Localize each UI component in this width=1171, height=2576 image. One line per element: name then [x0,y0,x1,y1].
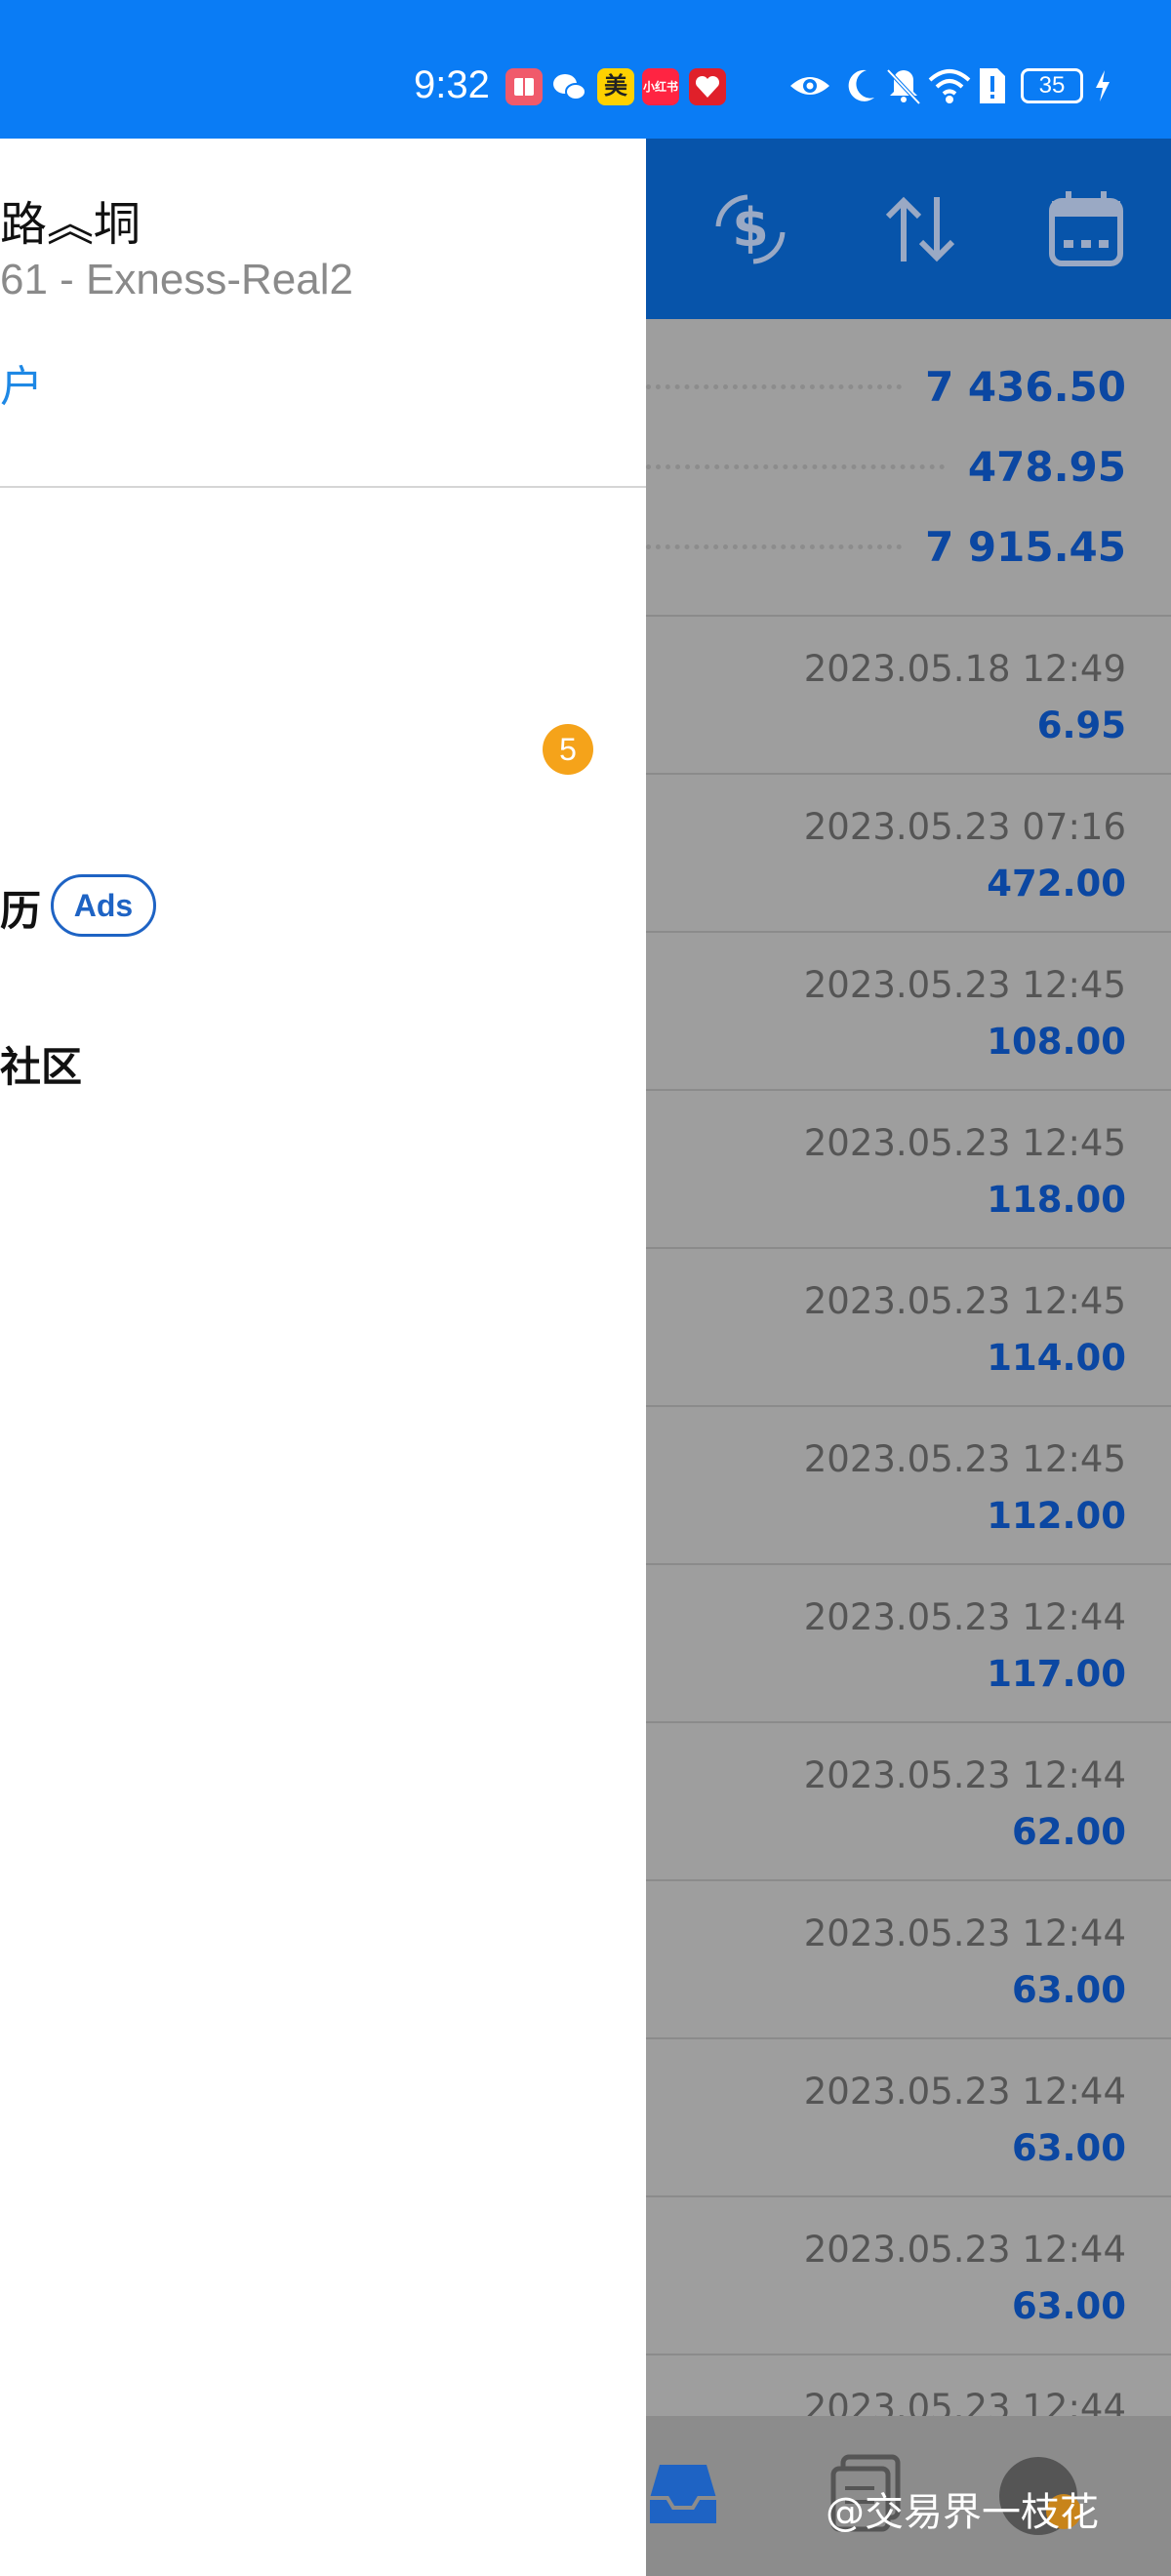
status-bar: 9:32 美 小红书 35 [0,0,1171,139]
summary-value: 7 436.50 [925,362,1126,411]
deal-time: 2023.05.23 12:45 [803,1438,1126,1480]
deal-time: 2023.05.23 12:44 [803,2229,1126,2271]
currency-exchange-icon[interactable]: $ [708,187,792,271]
drawer-item-calendar[interactable]: 历 [0,878,41,938]
deal-time: 2023.05.23 12:45 [803,964,1126,1006]
deal-time: 2023.05.23 12:45 [803,1122,1126,1164]
eye-icon [790,77,829,95]
notification-badge: 5 [543,724,593,775]
charging-icon [1096,70,1110,101]
summary-value: 7 915.45 [925,522,1126,571]
navigation-drawer: 路︽垌 61 - Exness-Real2 户 5 历 Ads 社区 [0,139,646,2576]
xiaohongshu-icon: 小红书 [642,68,679,105]
deal-time: 2023.05.18 12:49 [803,648,1126,690]
deal-time: 2023.05.23 07:16 [803,806,1126,848]
sim-alert-icon [980,68,1005,103]
ads-badge: Ads [51,874,156,937]
status-time: 9:32 [414,63,490,106]
sort-icon[interactable] [878,187,962,271]
deal-amount: 114.00 [987,1337,1126,1379]
deal-time: 2023.05.23 12:44 [803,2071,1126,2113]
deal-time: 2023.05.23 12:44 [803,1754,1126,1796]
battery-icon: 35 [1021,68,1083,103]
calendar-icon[interactable] [1044,187,1128,271]
deal-time: 2023.05.23 12:44 [803,1596,1126,1638]
health-app-icon [689,68,726,105]
deal-time: 2023.05.23 12:45 [803,1280,1126,1322]
deal-amount: 63.00 [1011,2127,1126,2169]
deal-amount: 118.00 [987,1179,1126,1221]
deal-amount: 112.00 [987,1495,1126,1537]
meituan-icon: 美 [597,68,634,105]
drawer-divider [0,486,646,488]
deal-amount: 63.00 [1011,2285,1126,2327]
watermark-text: @交易界一枝花 [826,2490,1099,2535]
summary-row: 7 436.50 [646,346,1126,426]
inbox-icon[interactable] [644,2455,722,2533]
account-name: 路︽垌 [0,197,141,252]
manage-accounts-link[interactable]: 户 [0,351,43,414]
wifi-icon [928,69,971,103]
deal-amount: 117.00 [987,1653,1126,1695]
deal-amount: 108.00 [987,1021,1126,1063]
wechat-icon [550,68,587,105]
deal-time: 2023.05.23 12:44 [803,1912,1126,1954]
deal-amount: 6.95 [1036,704,1126,746]
bell-off-icon [886,68,921,105]
summary-row: 478.95 [646,426,1126,506]
summary-row: 7 915.45 [646,506,1126,586]
deal-amount: 472.00 [987,863,1126,905]
deal-amount: 62.00 [1011,1811,1126,1853]
moon-icon [848,69,874,101]
svg-text:$: $ [732,197,769,259]
summary-value: 478.95 [967,442,1126,491]
book-app-icon [505,68,543,105]
drawer-item-community[interactable]: 社区 [0,1034,82,1094]
deal-amount: 63.00 [1011,1969,1126,2011]
account-server: 61 - Exness-Real2 [0,256,353,303]
